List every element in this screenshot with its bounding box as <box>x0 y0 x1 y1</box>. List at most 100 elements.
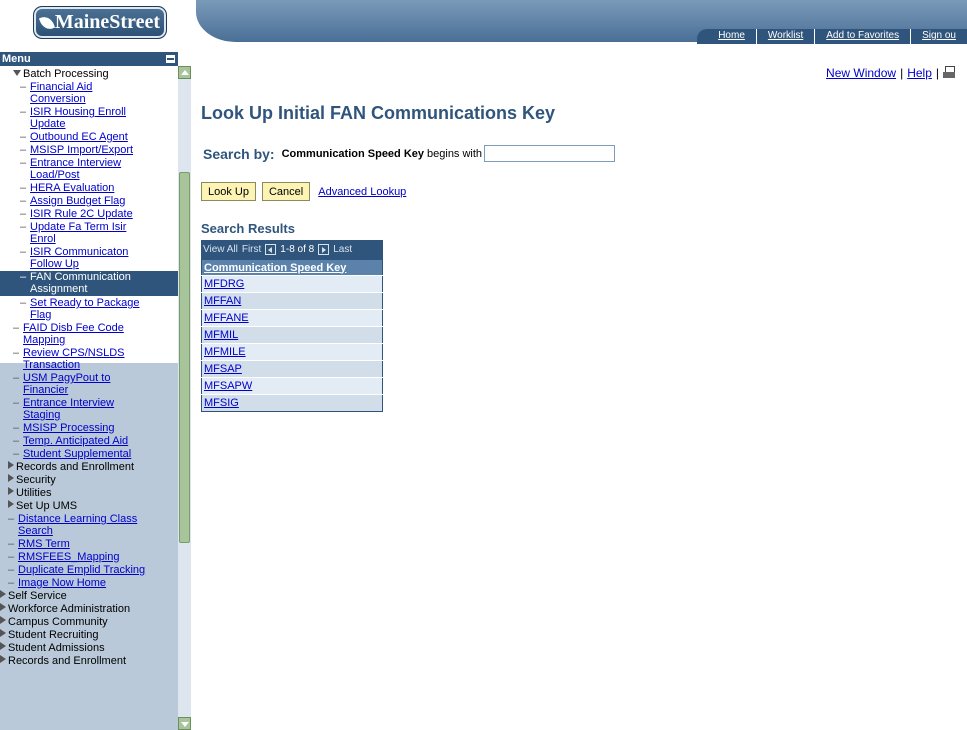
scroll-down-icon[interactable] <box>178 717 191 730</box>
home-link[interactable]: Home <box>707 29 756 44</box>
menu-link[interactable]: Review CPS/NSLDS Transaction <box>23 347 124 371</box>
result-link[interactable]: MFFAN <box>204 295 241 307</box>
menu-folder-label[interactable]: Security <box>16 474 56 486</box>
new-window-link[interactable]: New Window <box>826 66 896 80</box>
menu-link[interactable]: Entrance Interview Load/Post <box>30 157 121 181</box>
menu-item[interactable]: Records and Enrollment <box>0 461 178 473</box>
menu-link[interactable]: Update Fa Term Isir Enrol <box>30 221 126 245</box>
menu-link[interactable]: Financial Aid Conversion <box>30 81 92 105</box>
menu-link[interactable]: Set Ready to Package Flag <box>30 297 139 321</box>
menu-item[interactable]: Student Admissions <box>0 642 178 654</box>
print-icon[interactable] <box>943 66 955 80</box>
menu-link[interactable]: ISIR Communicaton Follow Up <box>30 246 128 270</box>
help-link[interactable]: Help <box>907 66 932 80</box>
result-link[interactable]: MFDRG <box>204 278 244 290</box>
first-link[interactable]: First <box>242 240 261 259</box>
previous-icon[interactable] <box>265 244 277 255</box>
menu-link[interactable]: RMS Term <box>18 538 70 550</box>
scroll-up-icon[interactable] <box>178 66 191 79</box>
menu-item[interactable]: – RMSFEES_Mapping <box>0 551 178 563</box>
menu-item[interactable]: – MSISP Processing <box>0 422 178 434</box>
result-link[interactable]: MFSAP <box>204 363 242 375</box>
menu-item[interactable]: Set Up UMS <box>0 500 178 512</box>
menu-folder-label[interactable]: Records and Enrollment <box>16 461 134 473</box>
sign-out-link[interactable]: Sign ou <box>910 29 967 44</box>
menu-item[interactable]: – Entrance Interview Staging <box>0 397 178 421</box>
menu-selected-label[interactable]: FAN Communication Assignment <box>30 271 131 295</box>
menu-item[interactable]: – Update Fa Term Isir Enrol <box>0 221 178 245</box>
menu-item[interactable]: – ISIR Rule 2C Update <box>0 208 178 220</box>
menu-folder-label[interactable]: Campus Community <box>8 616 108 628</box>
menu-item[interactable]: – Entrance Interview Load/Post <box>0 157 178 181</box>
menu-folder-label[interactable]: Batch Processing <box>23 68 109 80</box>
menu-item[interactable]: – FAID Disb Fee Code Mapping <box>0 322 178 346</box>
menu-link[interactable]: Outbound EC Agent <box>30 131 128 143</box>
menu-link[interactable]: MSISP Import/Export <box>30 144 133 156</box>
menu-link[interactable]: Assign Budget Flag <box>30 195 125 207</box>
menu-item[interactable]: – Financial Aid Conversion <box>0 81 178 105</box>
cancel-button[interactable]: Cancel <box>261 182 311 201</box>
result-link[interactable]: MFSAPW <box>204 380 252 392</box>
menu-item[interactable]: – Assign Budget Flag <box>0 195 178 207</box>
menu-item[interactable]: – Distance Learning Class Search <box>0 513 178 537</box>
menu-item[interactable]: Batch Processing <box>0 68 178 80</box>
add-to-favorites-link[interactable]: Add to Favorites <box>814 29 910 44</box>
menu-link[interactable]: ISIR Housing Enroll Update <box>30 106 126 130</box>
menu-link[interactable]: Student Supplemental <box>23 448 131 460</box>
result-link[interactable]: MFSIG <box>204 397 239 409</box>
menu-item[interactable]: – MSISP Import/Export <box>0 144 178 156</box>
menu-folder-label[interactable]: Set Up UMS <box>16 500 77 512</box>
menu-item[interactable]: – HERA Evaluation <box>0 182 178 194</box>
worklist-link[interactable]: Worklist <box>755 29 814 44</box>
menu-folder-label[interactable]: Utilities <box>16 487 51 499</box>
search-input[interactable] <box>484 145 616 162</box>
menu-link[interactable]: USM PagyPout to Financier <box>23 372 110 396</box>
menu-item[interactable]: – Outbound EC Agent <box>0 131 178 143</box>
menu-link[interactable]: Distance Learning Class Search <box>18 513 137 537</box>
menu-item[interactable]: Utilities <box>0 487 178 499</box>
menu-item[interactable]: – Temp. Anticipated Aid <box>0 435 178 447</box>
next-icon[interactable] <box>318 244 330 255</box>
advanced-lookup-link[interactable]: Advanced Lookup <box>318 186 406 198</box>
result-link[interactable]: MFFANE <box>204 312 249 324</box>
menu-item[interactable]: Campus Community <box>0 616 178 628</box>
menu-folder-label[interactable]: Student Admissions <box>8 642 105 654</box>
menu-link[interactable]: MSISP Processing <box>23 422 115 434</box>
menu-item[interactable]: Workforce Administration <box>0 603 178 615</box>
mainestreet-logo[interactable]: MaineStreet <box>33 6 167 39</box>
column-header-link[interactable]: Communication Speed Key <box>204 262 346 274</box>
menu-link[interactable]: Entrance Interview Staging <box>23 397 114 421</box>
result-link[interactable]: MFMILE <box>204 346 246 358</box>
look-up-button[interactable]: Look Up <box>201 182 256 201</box>
menu-scrollbar[interactable] <box>178 66 191 730</box>
menu-folder-label[interactable]: Student Recruiting <box>8 629 99 641</box>
menu-item[interactable]: – FAN Communication Assignment <box>0 271 178 296</box>
menu-item[interactable]: – Duplicate Emplid Tracking <box>0 564 178 576</box>
menu-link[interactable]: Temp. Anticipated Aid <box>23 435 128 447</box>
menu-link[interactable]: ISIR Rule 2C Update <box>30 208 133 220</box>
menu-item[interactable]: – Student Supplemental <box>0 448 178 460</box>
menu-folder-label[interactable]: Workforce Administration <box>8 603 130 615</box>
menu-link[interactable]: HERA Evaluation <box>30 182 114 194</box>
menu-item[interactable]: Self Service <box>0 590 178 602</box>
menu-link[interactable]: Duplicate Emplid Tracking <box>18 564 145 576</box>
result-link[interactable]: MFMIL <box>204 329 238 341</box>
menu-link[interactable]: Image Now Home <box>18 577 106 589</box>
collapse-menu-icon[interactable] <box>166 55 175 63</box>
last-link[interactable]: Last <box>333 240 352 259</box>
menu-item[interactable]: – ISIR Housing Enroll Update <box>0 106 178 130</box>
menu-item[interactable]: – Image Now Home <box>0 577 178 589</box>
menu-item[interactable]: Security <box>0 474 178 486</box>
menu-item[interactable]: – ISIR Communicaton Follow Up <box>0 246 178 270</box>
view-all-link[interactable]: View All <box>203 240 238 259</box>
menu-link[interactable]: FAID Disb Fee Code Mapping <box>23 322 124 346</box>
menu-item[interactable]: Student Recruiting <box>0 629 178 641</box>
scroll-thumb[interactable] <box>179 172 190 543</box>
column-header[interactable]: Communication Speed Key <box>201 259 383 276</box>
menu-item[interactable]: – Set Ready to Package Flag <box>0 297 178 321</box>
menu-item[interactable]: – USM PagyPout to Financier <box>0 372 178 396</box>
menu-item[interactable]: – Review CPS/NSLDS Transaction <box>0 347 178 371</box>
menu-item[interactable]: Records and Enrollment <box>0 655 178 667</box>
menu-link[interactable]: RMSFEES_Mapping <box>18 551 120 563</box>
menu-folder-label[interactable]: Records and Enrollment <box>8 655 126 667</box>
